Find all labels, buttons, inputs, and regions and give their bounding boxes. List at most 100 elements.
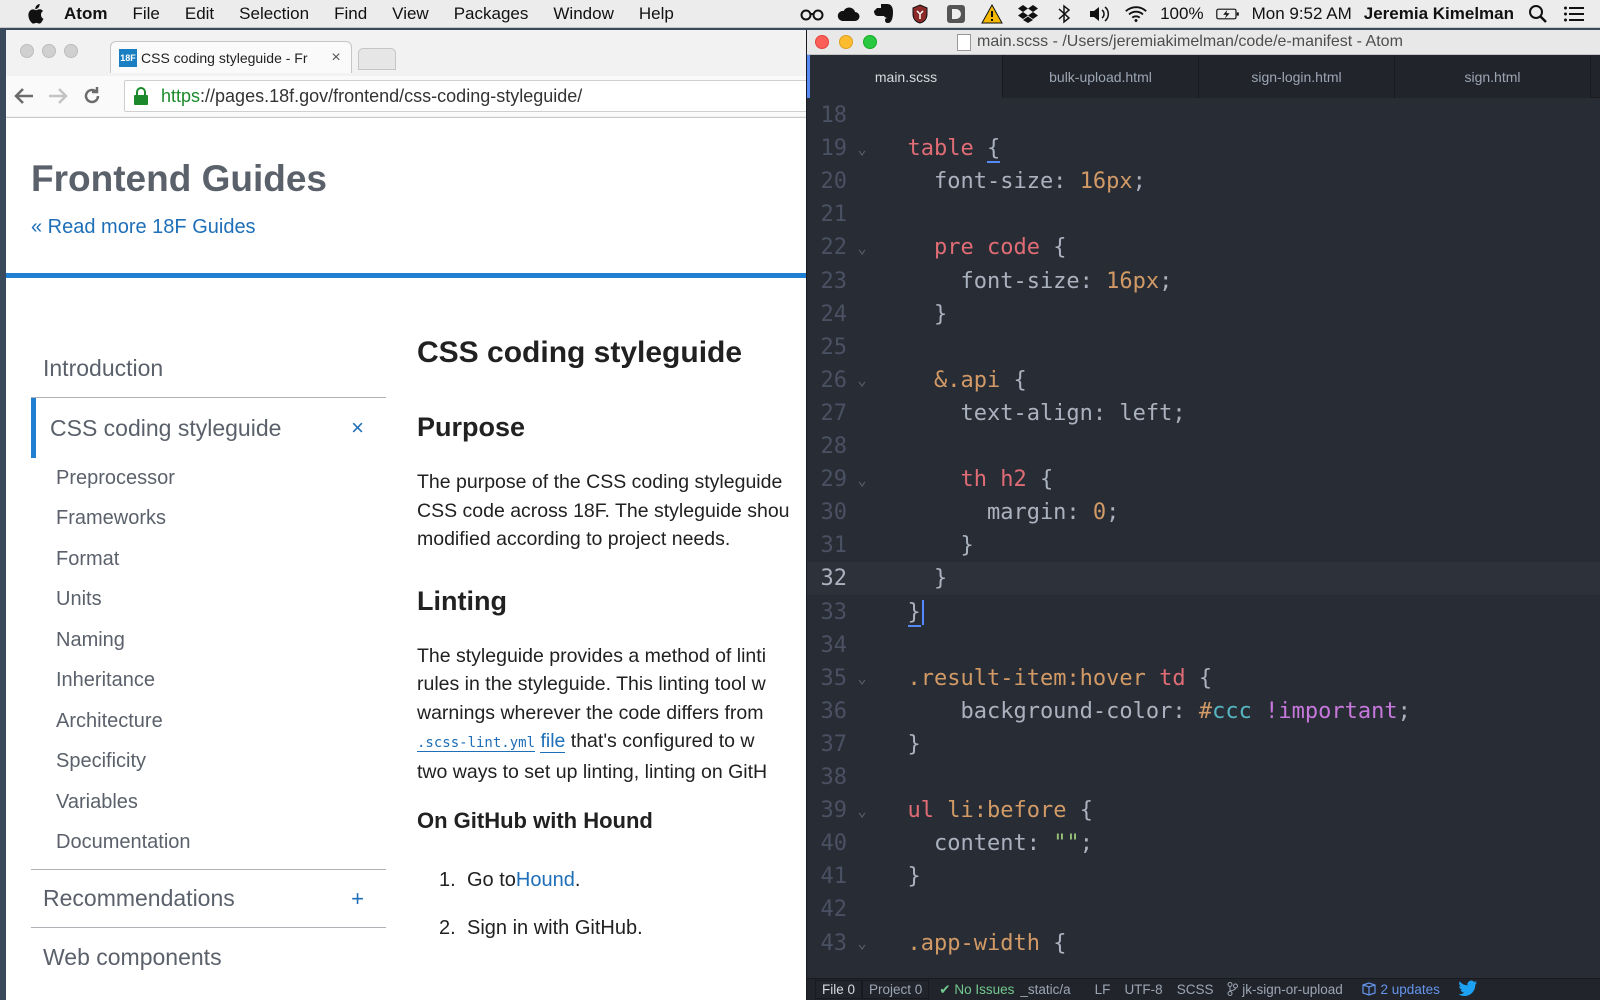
collapse-icon[interactable]: × <box>351 415 364 441</box>
nav-sub-variables[interactable]: Variables <box>31 782 386 823</box>
nav-sub-specificity[interactable]: Specificity <box>31 742 386 783</box>
expand-icon[interactable]: + <box>351 886 364 912</box>
menu-atom[interactable]: Atom <box>64 4 107 24</box>
nav-sub-units[interactable]: Units <box>31 580 386 621</box>
dash-icon[interactable] <box>944 4 968 24</box>
nav-sub-inheritance[interactable]: Inheritance <box>31 661 386 702</box>
fold-chevron-icon[interactable]: ⌄ <box>847 669 877 687</box>
fold-chevron-icon[interactable]: ⌄ <box>847 471 877 489</box>
code-line[interactable]: 25 <box>807 331 1600 364</box>
close-tab-icon[interactable]: × <box>327 49 345 67</box>
code-line[interactable]: 18 <box>807 99 1600 132</box>
volume-icon[interactable] <box>1088 4 1112 24</box>
read-more-link[interactable]: « Read more 18F Guides <box>31 216 256 239</box>
browser-tab[interactable]: 18F CSS coding styleguide - Fr × <box>110 41 352 73</box>
atom-close-button[interactable] <box>815 35 829 49</box>
nav-sub-format[interactable]: Format <box>31 539 386 580</box>
menu-packages[interactable]: Packages <box>454 4 529 24</box>
new-tab-button[interactable] <box>358 48 396 70</box>
nav-sub-preprocessor[interactable]: Preprocessor <box>31 458 386 499</box>
atom-minimize-button[interactable] <box>839 35 853 49</box>
code-line[interactable]: 31 } <box>807 529 1600 562</box>
code-line[interactable]: 23 font-size: 16px; <box>807 265 1600 298</box>
forward-arrow-icon[interactable] <box>42 80 74 112</box>
zoom-window-button[interactable] <box>64 44 78 58</box>
code-line[interactable]: 20 font-size: 16px; <box>807 165 1600 198</box>
menu-find[interactable]: Find <box>334 4 367 24</box>
code-line[interactable]: 21 <box>807 198 1600 231</box>
code-line[interactable]: 41 } <box>807 860 1600 893</box>
site-title[interactable]: Frontend Guides <box>31 158 327 200</box>
nav-recommendations[interactable]: Recommendations + <box>31 870 386 928</box>
code-line[interactable]: 35 ⌄ .result-item:hover td { <box>807 662 1600 695</box>
menu-bar-user[interactable]: Jeremia Kimelman <box>1364 4 1514 24</box>
reload-icon[interactable] <box>76 80 108 112</box>
bluetooth-icon[interactable] <box>1052 4 1076 24</box>
twitter-bird-icon[interactable] <box>1458 980 1478 999</box>
shield-icon[interactable] <box>908 4 932 24</box>
menu-selection[interactable]: Selection <box>239 4 309 24</box>
code-line[interactable]: 24 } <box>807 298 1600 331</box>
code-line[interactable]: 29 ⌄ th h2 { <box>807 463 1600 496</box>
close-window-button[interactable] <box>20 44 34 58</box>
code-line[interactable]: 37 } <box>807 728 1600 761</box>
code-line[interactable]: 26 ⌄ &.api { <box>807 364 1600 397</box>
code-line[interactable]: 32 } <box>807 562 1600 596</box>
code-line[interactable]: 19 ⌄ table { <box>807 132 1600 165</box>
code-line[interactable]: 30 margin: 0; <box>807 496 1600 529</box>
code-line[interactable]: 38 <box>807 761 1600 794</box>
nav-sub-frameworks[interactable]: Frameworks <box>31 499 386 540</box>
fold-chevron-icon[interactable]: ⌄ <box>847 934 877 952</box>
address-bar[interactable]: https://pages.18f.gov/frontend/css-codin… <box>124 80 806 112</box>
apple-menu-icon[interactable] <box>26 3 46 24</box>
line-ending[interactable]: LF <box>1095 982 1111 997</box>
menu-help[interactable]: Help <box>639 4 674 24</box>
fold-chevron-icon[interactable]: ⌄ <box>847 802 877 820</box>
file-path[interactable]: _static/a <box>1020 982 1070 997</box>
evernote-icon[interactable] <box>872 4 896 24</box>
file-encoding[interactable]: UTF-8 <box>1124 982 1162 997</box>
warning-icon[interactable] <box>980 4 1004 24</box>
code-line[interactable]: 39 ⌄ ul li:before { <box>807 794 1600 827</box>
menu-bar-clock[interactable]: Mon 9:52 AM <box>1252 4 1352 24</box>
cloud-icon[interactable] <box>836 4 860 24</box>
spotlight-search-icon[interactable] <box>1526 4 1550 24</box>
code-line[interactable]: 40 content: ""; <box>807 827 1600 860</box>
code-line[interactable]: 28 <box>807 430 1600 463</box>
atom-zoom-button[interactable] <box>863 35 877 49</box>
code-line[interactable]: 36 background-color: #ccc !important; <box>807 695 1600 728</box>
nav-sub-documentation[interactable]: Documentation <box>31 823 386 864</box>
fold-chevron-icon[interactable]: ⌄ <box>847 371 877 389</box>
nav-introduction[interactable]: Introduction <box>31 340 386 398</box>
nav-web-components[interactable]: Web components <box>31 928 386 986</box>
code-editor[interactable]: 18 19 ⌄ table {20 font-size: 16px; 21 22 ⌄ pr… <box>807 98 1600 978</box>
notification-center-icon[interactable] <box>1562 4 1586 24</box>
menu-window[interactable]: Window <box>553 4 613 24</box>
scss-lint-file-link[interactable]: file <box>540 730 566 753</box>
tab-sign[interactable]: sign.html <box>1395 55 1591 98</box>
tab-main-scss[interactable]: main.scss <box>807 55 1003 98</box>
nav-sub-architecture[interactable]: Architecture <box>31 701 386 742</box>
menu-edit[interactable]: Edit <box>185 4 214 24</box>
code-line[interactable]: 34 <box>807 629 1600 662</box>
grammar-selector[interactable]: SCSS <box>1177 982 1214 997</box>
fold-chevron-icon[interactable]: ⌄ <box>847 239 877 257</box>
code-line[interactable]: 42 <box>807 893 1600 926</box>
hound-link[interactable]: Hound <box>516 869 575 892</box>
nav-css-coding-styleguide[interactable]: CSS coding styleguide × <box>31 398 386 458</box>
tab-sign-login[interactable]: sign-login.html <box>1199 55 1395 98</box>
wifi-icon[interactable] <box>1124 4 1148 24</box>
code-line[interactable]: 22 ⌄ pre code { <box>807 231 1600 264</box>
battery-charging-icon[interactable] <box>1215 4 1240 24</box>
minimize-window-button[interactable] <box>42 44 56 58</box>
git-branch[interactable]: jk-sign-or-upload <box>1227 982 1343 997</box>
menu-view[interactable]: View <box>392 4 429 24</box>
file-issues-count[interactable]: File 0 <box>815 980 863 999</box>
code-line[interactable]: 33 }​ <box>807 596 1600 629</box>
nav-sub-naming[interactable]: Naming <box>31 620 386 661</box>
glasses-icon[interactable] <box>800 4 824 24</box>
package-updates[interactable]: 2 updates <box>1361 982 1440 997</box>
back-arrow-icon[interactable] <box>8 80 40 112</box>
code-line[interactable]: 43 ⌄ .app-width { <box>807 927 1600 960</box>
tab-bulk-upload[interactable]: bulk-upload.html <box>1003 55 1199 98</box>
